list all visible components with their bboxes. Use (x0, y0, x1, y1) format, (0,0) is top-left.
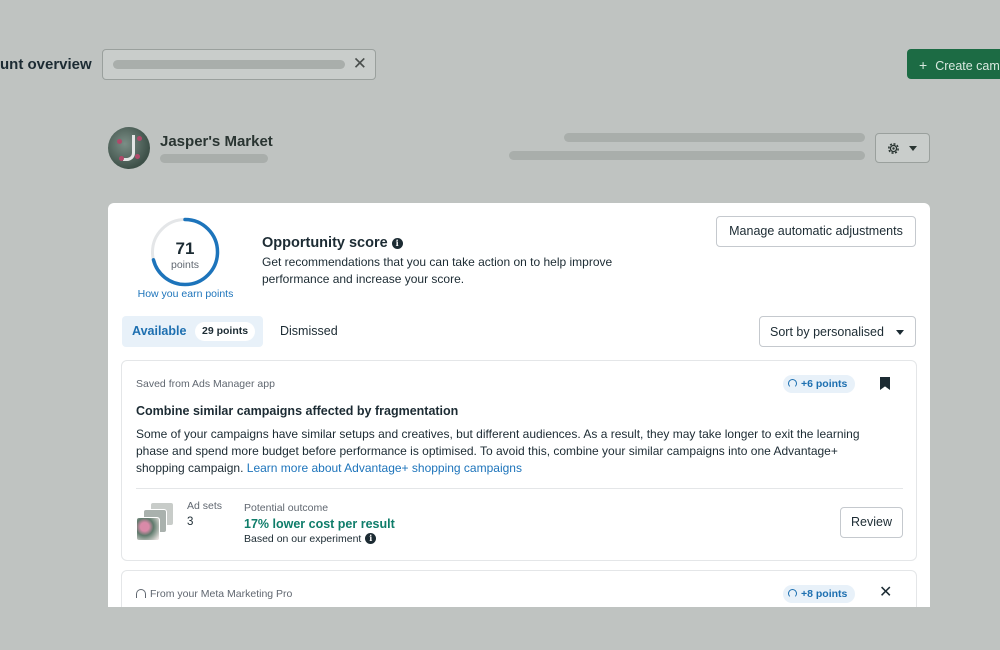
gauge-icon (788, 589, 797, 598)
headset-icon (136, 589, 146, 598)
page-title: unt overview (0, 56, 92, 73)
search-input[interactable]: ✕ (102, 49, 376, 80)
gauge-icon (788, 379, 797, 388)
opportunity-score-title-text: Opportunity score (262, 235, 388, 251)
recommendation-card: From your Meta Marketing Pro +8 points ✕ (121, 570, 917, 607)
points-pill: +6 points (783, 375, 856, 393)
points-pill: +8 points (783, 585, 856, 603)
clear-icon[interactable]: ✕ (353, 54, 367, 74)
learn-more-link[interactable]: Learn more about Advantage+ shopping cam… (247, 461, 522, 475)
create-campaign-button[interactable]: + Create cam (907, 49, 1000, 79)
top-bar: unt overview ✕ + Create cam (0, 0, 1000, 130)
outcome-note-text: Based on our experiment (244, 533, 362, 545)
account-subtitle-skeleton (160, 154, 268, 163)
sort-dropdown-label: Sort by personalised (770, 325, 884, 339)
ad-set-thumbnails (136, 502, 178, 546)
gear-icon (888, 143, 899, 154)
recommendation-card: Saved from Ads Manager app +6 points Com… (121, 360, 917, 561)
opportunity-score-description: Get recommendations that you can take ac… (262, 255, 613, 286)
caret-down-icon (896, 330, 904, 335)
tab-dismissed[interactable]: Dismissed (280, 324, 338, 338)
recommendation-title: Combine similar campaigns affected by fr… (136, 404, 459, 418)
ad-sets-count: 3 (187, 516, 194, 528)
ad-sets-label: Ad sets (187, 500, 223, 512)
tab-available[interactable]: Available 29 points (122, 316, 263, 347)
avatar (108, 127, 150, 169)
potential-outcome-value: 17% lower cost per result (244, 517, 395, 531)
manage-automatic-adjustments-button[interactable]: Manage automatic adjustments (716, 216, 916, 247)
info-icon[interactable]: i (391, 238, 403, 249)
sort-dropdown[interactable]: Sort by personalised (759, 316, 916, 347)
account-row: Jasper's Market (108, 127, 930, 171)
points-pill-label: +8 points (801, 588, 848, 600)
opportunity-score-title: Opportunity score i (262, 235, 403, 251)
account-name: Jasper's Market (160, 133, 273, 150)
chevron-down-icon (909, 146, 917, 151)
score-value: 71 (175, 239, 195, 258)
recommendation-source: Saved from Ads Manager app (136, 378, 275, 390)
score-unit: points (170, 259, 200, 271)
recommendation-source: From your Meta Marketing Pro (136, 588, 292, 600)
how-you-earn-points-link[interactable]: How you earn points (128, 288, 243, 300)
recommendation-body: Some of your campaigns have similar setu… (136, 426, 876, 477)
points-badge: 29 points (195, 322, 256, 341)
opportunity-score-panel: 71 points How you earn points Opportunit… (108, 203, 930, 607)
points-pill-label: +6 points (801, 378, 848, 390)
loading-skeleton (509, 151, 865, 160)
plus-icon: + (919, 57, 928, 73)
tab-available-label: Available (132, 324, 187, 338)
search-placeholder-skeleton (113, 60, 345, 69)
outcome-note: Based on our experiment i (244, 533, 377, 545)
info-icon[interactable]: i (365, 533, 377, 544)
create-campaign-label: Create cam (935, 59, 1000, 73)
divider (136, 488, 903, 489)
potential-outcome-label: Potential outcome (244, 502, 329, 514)
settings-dropdown-button[interactable] (875, 133, 930, 163)
page-background (0, 607, 1000, 650)
bookmark-icon[interactable] (880, 377, 890, 390)
loading-skeleton (564, 133, 865, 142)
review-button[interactable]: Review (840, 507, 903, 538)
recommendation-source-text: From your Meta Marketing Pro (150, 588, 293, 600)
dismiss-icon[interactable]: ✕ (879, 583, 892, 603)
